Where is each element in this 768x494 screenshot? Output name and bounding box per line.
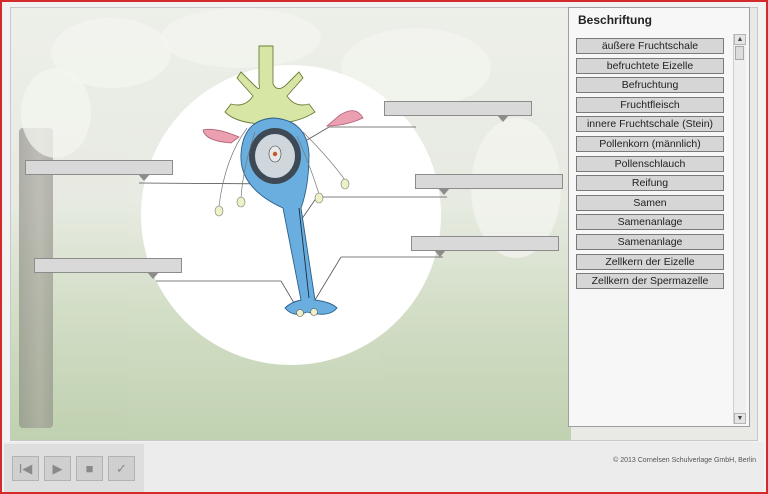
term-button[interactable]: Samenanlage <box>576 234 724 250</box>
term-button[interactable]: äußere Fruchtschale <box>576 38 724 54</box>
bottom-toolbar: I◀ ▶ ■ ✓ © 2013 Cornelsen Schulverlage G… <box>4 442 764 492</box>
egg-nucleus <box>272 151 278 157</box>
drop-target-label[interactable] <box>411 236 559 257</box>
leader-line <box>306 126 330 141</box>
player-controls: I◀ ▶ ■ ✓ <box>4 444 144 492</box>
term-button[interactable]: Pollenschlauch <box>576 155 724 172</box>
pistil <box>202 45 364 317</box>
scroll-thumb[interactable] <box>735 46 744 60</box>
term-button[interactable]: Befruchtung <box>576 77 724 94</box>
drop-target-label[interactable] <box>25 160 173 181</box>
term-button[interactable]: Samen <box>576 194 724 211</box>
check-icon[interactable]: ✓ <box>108 456 135 481</box>
leader-line <box>314 256 342 301</box>
drop-target-label[interactable] <box>34 258 182 279</box>
labels-panel: Beschriftung äußere Fruchtschale befrucht… <box>568 7 750 427</box>
term-button[interactable]: Reifung <box>576 175 724 192</box>
drop-target-label[interactable] <box>415 174 563 195</box>
stamen-stigma <box>224 45 316 125</box>
term-button[interactable]: befruchtete Eizelle <box>576 57 724 74</box>
scrollbar[interactable]: ▲ ▼ <box>733 34 746 424</box>
play-icon[interactable]: ▶ <box>44 456 71 481</box>
petal-right <box>325 110 364 127</box>
pollen-grain <box>310 308 318 316</box>
term-button[interactable]: Fruchtfleisch <box>576 96 724 113</box>
first-page-icon[interactable]: I◀ <box>12 456 39 481</box>
pollen-grain <box>296 309 304 317</box>
pistil-diagram <box>138 45 447 317</box>
term-button[interactable]: Pollenkorn (männlich) <box>576 136 724 152</box>
drop-target-label[interactable] <box>384 101 532 122</box>
stop-icon[interactable]: ■ <box>76 456 103 481</box>
term-button[interactable]: Zellkern der Eizelle <box>576 253 724 270</box>
term-button[interactable]: Zellkern der Spermazelle <box>576 273 724 290</box>
copyright-text: © 2013 Cornelsen Schulverlage GmbH, Berl… <box>613 457 756 464</box>
scroll-down-icon[interactable]: ▼ <box>734 413 746 424</box>
app-frame: Beschriftung äußere Fruchtschale befrucht… <box>0 0 768 494</box>
scroll-up-icon[interactable]: ▲ <box>734 34 746 45</box>
panel-title: Beschriftung <box>578 13 653 27</box>
term-button[interactable]: Samenanlage <box>576 214 724 231</box>
term-button[interactable]: innere Fruchtschale (Stein) <box>576 116 724 133</box>
petal-left <box>202 128 240 144</box>
